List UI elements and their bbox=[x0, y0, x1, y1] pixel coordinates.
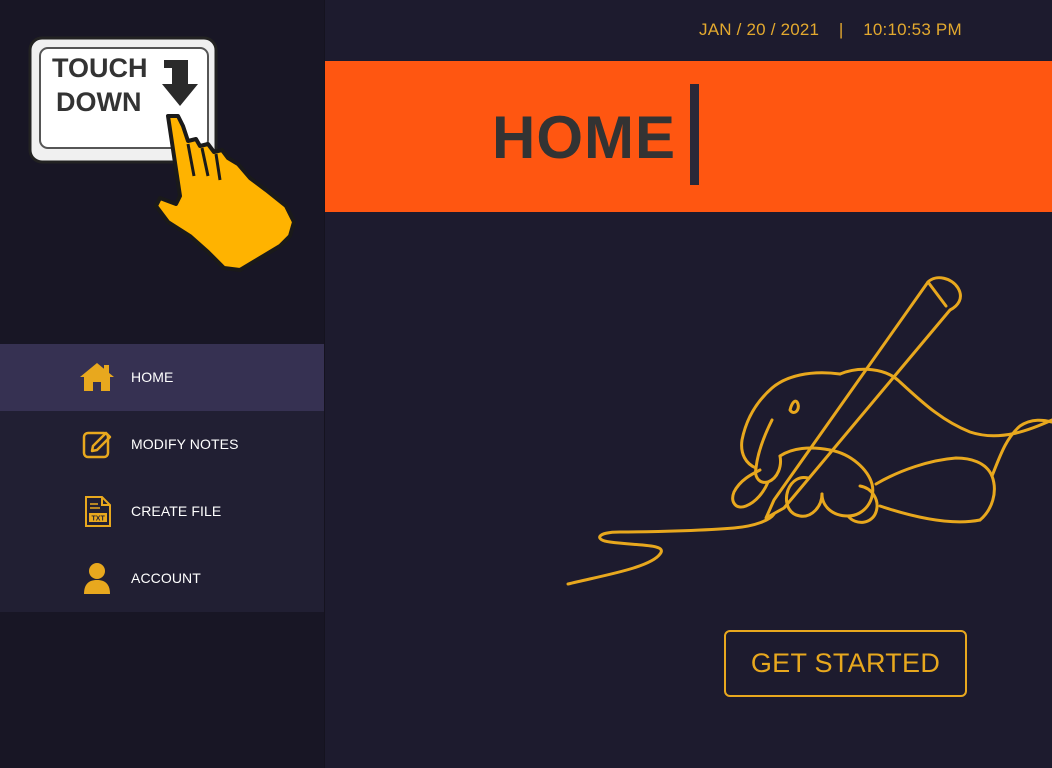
sidebar-item-create-file[interactable]: TXT CREATE FILE bbox=[0, 478, 324, 545]
sidebar-item-label: MODIFY NOTES bbox=[131, 436, 239, 452]
logo-text-line2: DOWN bbox=[56, 87, 141, 117]
touchdown-logo[interactable]: TOUCH DOWN bbox=[28, 36, 303, 276]
datetime-separator: | bbox=[838, 20, 844, 39]
sidebar-item-label: CREATE FILE bbox=[131, 503, 222, 519]
user-icon bbox=[84, 563, 110, 594]
edit-icon bbox=[82, 431, 112, 459]
sidebar: TOUCH DOWN HOME MODIFY NOTES TXT CREATE … bbox=[0, 0, 324, 768]
sidebar-item-label: HOME bbox=[131, 369, 174, 385]
svg-text:TXT: TXT bbox=[92, 516, 106, 523]
sidebar-nav: HOME MODIFY NOTES TXT CREATE FILE ACCOUN… bbox=[0, 344, 324, 612]
text-cursor bbox=[690, 84, 699, 185]
hand-writing-illustration bbox=[566, 276, 1052, 586]
page-banner: HOME bbox=[325, 61, 1052, 212]
sidebar-item-account[interactable]: ACCOUNT bbox=[0, 545, 324, 612]
time-text: 10:10:53 PM bbox=[863, 20, 962, 39]
sidebar-item-label: ACCOUNT bbox=[131, 570, 201, 586]
date-text: JAN / 20 / 2021 bbox=[699, 20, 820, 39]
home-icon bbox=[80, 363, 114, 391]
pointer-hand-icon bbox=[154, 114, 296, 272]
sidebar-item-modify-notes[interactable]: MODIFY NOTES bbox=[0, 411, 324, 478]
get-started-button[interactable]: GET STARTED bbox=[724, 630, 967, 697]
logo-text-line1: TOUCH bbox=[52, 53, 148, 83]
sidebar-item-home[interactable]: HOME bbox=[0, 344, 324, 411]
datetime: JAN / 20 / 2021 | 10:10:53 PM bbox=[699, 20, 962, 40]
txt-file-icon: TXT bbox=[85, 496, 111, 527]
page-title: HOME bbox=[492, 104, 676, 171]
